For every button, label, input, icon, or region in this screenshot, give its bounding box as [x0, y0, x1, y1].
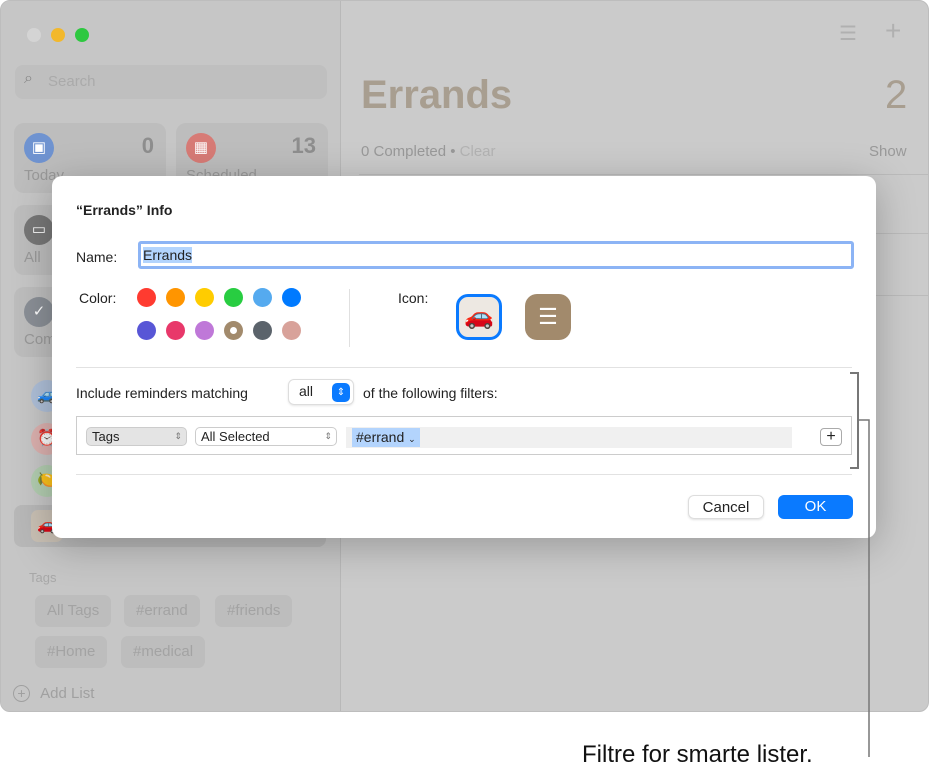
callout-leader-line	[858, 419, 870, 757]
annotation-callout	[850, 372, 870, 757]
annotation-caption: Filtre for smarte lister.	[582, 741, 813, 768]
callout-bracket	[850, 372, 859, 469]
